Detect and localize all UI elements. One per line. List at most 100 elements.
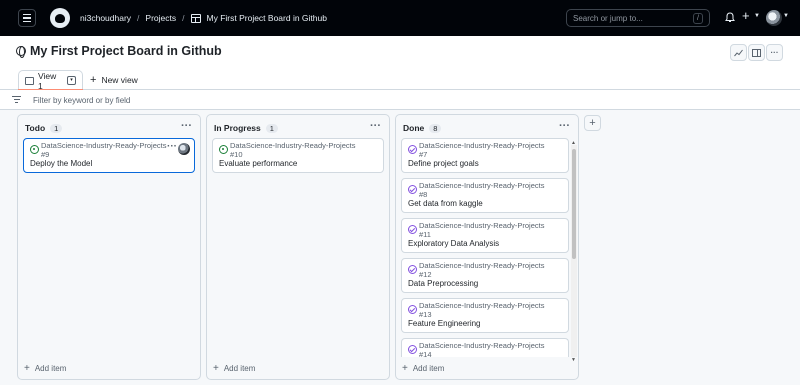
issue-closed-icon [408,185,417,194]
card-kebab-icon[interactable]: ··· [167,141,177,152]
add-column-plus-icon[interactable]: + [584,115,601,131]
card-repo-name: DataScience-Industry-Ready-Projects [419,141,545,150]
tab-view-1[interactable]: View 1 ▾ [18,70,83,91]
card-issue-number: #8 [419,189,428,199]
search-shortcut-hint: / [693,12,703,24]
kebab-icon: ··· [770,48,779,57]
card-repo-name: DataScience-Industry-Ready-Projects [419,181,545,190]
plus-icon: + [213,363,219,374]
breadcrumb-separator: / [137,13,140,23]
card-repo[interactable]: DataScience-Industry-Ready-Projects #7 [419,141,559,159]
card-repo[interactable]: DataScience-Industry-Ready-Projects #14 [419,341,559,359]
card-title[interactable]: Evaluate performance [219,159,297,168]
card-title[interactable]: Exploratory Data Analysis [408,239,499,248]
card-repo[interactable]: DataScience-Industry-Ready-Projects #13 [419,301,559,319]
column-done: Done 8 ··· DataScience-Industry-Ready-Pr… [395,114,579,380]
card-issue-number: #10 [230,149,243,159]
scrollbar-thumb[interactable] [572,149,576,259]
add-item-button[interactable]: + Add item [24,363,67,374]
github-logo-icon[interactable] [50,8,70,28]
add-item-label: Add item [34,364,67,373]
column-header: Done 8 [403,123,442,133]
add-item-button[interactable]: + Add item [213,363,256,374]
add-item-label: Add item [223,364,256,373]
column-menu-kebab-icon[interactable]: ··· [181,120,192,132]
column-count-badge: 8 [429,123,442,133]
card-title[interactable]: Deploy the Model [30,159,92,168]
filter-input[interactable]: Filter by keyword or by field [33,96,130,105]
scroll-up-arrow-icon[interactable]: ▲ [571,140,576,146]
bell-icon[interactable] [725,12,735,23]
add-item-label: Add item [412,364,445,373]
card-title[interactable]: Feature Engineering [408,319,481,328]
issue-card[interactable]: DataScience-Industry-Ready-Projects #9 D… [23,138,195,173]
chevron-down-icon[interactable]: ▼ [754,13,760,19]
card-repo-name: DataScience-Industry-Ready-Projects [419,341,545,350]
issue-card[interactable]: DataScience-Industry-Ready-Projects #7 D… [401,138,569,173]
column-scrollbar[interactable]: ▲ ▼ [571,140,577,363]
column-name: Todo [25,123,46,133]
column-header: In Progress 1 [214,123,278,133]
plus-icon: + [402,363,408,374]
issue-card[interactable]: DataScience-Industry-Ready-Projects #12 … [401,258,569,293]
chevron-down-icon[interactable]: ▼ [783,13,789,19]
user-avatar[interactable] [766,10,782,26]
card-repo[interactable]: DataScience-Industry-Ready-Projects #11 [419,221,559,239]
card-repo[interactable]: DataScience-Industry-Ready-Projects #12 [419,261,559,279]
assignee-avatar[interactable] [178,143,190,155]
card-repo[interactable]: DataScience-Industry-Ready-Projects #9 [41,141,181,159]
issue-open-icon [219,145,228,154]
view-options-icon[interactable]: ▾ [67,76,76,85]
column-count-badge: 1 [265,123,278,133]
search-placeholder: Search or jump to... [573,13,643,23]
column-name: Done [403,123,425,133]
insights-button[interactable] [730,44,747,61]
issue-closed-icon [408,225,417,234]
card-issue-number: #7 [419,149,428,159]
issue-card[interactable]: DataScience-Industry-Ready-Projects #11 … [401,218,569,253]
breadcrumb: ni3choudhary / Projects / My First Proje… [80,13,327,23]
issue-card[interactable]: DataScience-Industry-Ready-Projects #8 G… [401,178,569,213]
column-menu-kebab-icon[interactable]: ··· [559,120,570,132]
card-repo-name: DataScience-Industry-Ready-Projects [230,141,356,150]
project-more-button[interactable]: ··· [766,44,783,61]
issue-closed-icon [408,265,417,274]
card-issue-number: #11 [419,229,431,239]
breadcrumb-owner[interactable]: ni3choudhary [80,13,131,23]
card-issue-number: #9 [41,149,50,159]
issue-card[interactable]: DataScience-Industry-Ready-Projects #10 … [212,138,384,173]
column-header: Todo 1 [25,123,63,133]
card-repo-name: DataScience-Industry-Ready-Projects [419,221,545,230]
breadcrumb-project[interactable]: My First Project Board in Github [207,13,327,23]
insights-icon [734,49,743,56]
issue-closed-icon [408,145,417,154]
globe-icon [16,46,26,58]
create-new-plus-icon[interactable]: + [742,8,750,23]
issue-closed-icon [408,305,417,314]
board-view-icon [25,76,34,85]
plus-icon: + [24,363,30,374]
column-todo: Todo 1 ··· DataScience-Industry-Ready-Pr… [17,114,201,380]
filter-icon [12,96,21,103]
card-title[interactable]: Define project goals [408,159,479,168]
card-repo-name: DataScience-Industry-Ready-Projects [419,301,545,310]
hamburger-menu-icon[interactable] [18,9,36,27]
card-repo[interactable]: DataScience-Industry-Ready-Projects #8 [419,181,559,199]
column-in-progress: In Progress 1 ··· DataScience-Industry-R… [206,114,390,380]
new-view-button[interactable]: + New view [90,74,138,86]
issue-card[interactable]: DataScience-Industry-Ready-Projects #13 … [401,298,569,333]
add-item-button[interactable]: + Add item [402,360,572,374]
card-repo[interactable]: DataScience-Industry-Ready-Projects #10 [230,141,370,159]
new-view-label: New view [101,75,138,85]
search-input[interactable]: Search or jump to... / [566,9,710,27]
side-panel-icon [752,48,761,57]
issue-card[interactable]: DataScience-Industry-Ready-Projects #14 [401,338,569,359]
card-title[interactable]: Data Preprocessing [408,279,478,288]
column-menu-kebab-icon[interactable]: ··· [370,120,381,132]
breadcrumb-projects[interactable]: Projects [145,13,176,23]
card-issue-number: #13 [419,309,432,319]
side-panel-button[interactable] [748,44,765,61]
card-title[interactable]: Get data from kaggle [408,199,483,208]
card-repo-name: DataScience-Industry-Ready-Projects [41,141,167,150]
issue-open-icon [30,145,39,154]
